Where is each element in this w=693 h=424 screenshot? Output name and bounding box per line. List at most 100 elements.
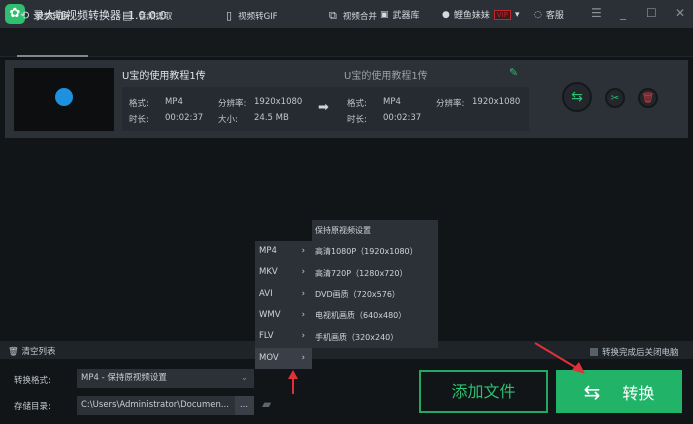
scissors-icon: ✂ — [610, 92, 620, 104]
convert-icon: ⇆ — [571, 89, 583, 105]
menu-item-mov[interactable]: MOV › — [255, 348, 312, 369]
clear-list-button[interactable]: 🗑 清空列表 — [8, 345, 56, 357]
source-format: MP4 — [165, 97, 183, 107]
radio-icon: ▤ — [122, 9, 133, 22]
source-duration: 00:02:37 — [165, 113, 204, 123]
vip-badge: VIP — [493, 9, 511, 20]
source-resolution: 1920x1080 — [254, 97, 303, 107]
menu-label: FLV — [259, 331, 274, 341]
arsenal-label: 武器库 — [392, 11, 420, 21]
video-thumbnail[interactable] — [14, 68, 114, 131]
merge-icon: ⧉ — [329, 9, 337, 22]
menu-item-mkv[interactable]: MKV › — [255, 262, 312, 283]
file-name: U宝的使用教程1传 — [122, 71, 206, 82]
maximize-button[interactable]: ☐ — [646, 6, 657, 20]
tab-label: 视频转换 — [35, 11, 70, 22]
arsenal-button[interactable]: ▣ 武器库 — [380, 8, 420, 22]
cut-button[interactable]: ✂ — [605, 88, 625, 108]
add-file-button[interactable]: 添加文件 — [419, 370, 548, 413]
active-tab-indicator — [17, 55, 88, 57]
target-duration: 00:02:37 — [383, 113, 422, 123]
support-button[interactable]: ◌ 客服 — [534, 8, 564, 22]
menu-item-avi[interactable]: AVI › — [255, 284, 312, 305]
directory-input[interactable]: C:\Users\Administrator\Documen... — [77, 396, 235, 415]
preset-dvd[interactable]: DVD画质（720x576） — [315, 284, 400, 305]
close-button[interactable]: ✕ — [675, 6, 685, 20]
support-label: 客服 — [545, 11, 564, 21]
menu-label: AVI — [259, 289, 273, 299]
tab-video-gif[interactable]: ▯ 视频转GIF — [226, 9, 278, 22]
convert-icon: ⟲ — [20, 9, 30, 22]
arrow-right-icon: ➡ — [318, 100, 329, 115]
preset-1080p[interactable]: 高清1080P（1920x1080） — [315, 241, 418, 262]
convert-label: 转换 — [622, 383, 655, 403]
convert-icon: ⇆ — [583, 379, 601, 404]
preset-720p[interactable]: 高清720P（1280x720） — [315, 263, 407, 284]
menu-item-wmv[interactable]: WMV › — [255, 305, 312, 326]
format-menu: MP4 › MKV › AVI › WMV › FLV › MOV › — [255, 241, 312, 369]
source-size: 24.5 MB — [254, 113, 289, 123]
shutdown-label: 转换完成后关闭电脑 — [602, 348, 679, 358]
delete-button[interactable]: 🗑 — [638, 88, 658, 108]
chevron-right-icon: › — [301, 331, 305, 341]
minimize-button[interactable]: _ — [620, 6, 626, 20]
chat-icon: ◌ — [534, 9, 542, 20]
preset-mobile[interactable]: 手机画质（320x240） — [315, 327, 398, 348]
chevron-down-icon: ▾ — [514, 9, 520, 20]
convert-item-button[interactable]: ⇆ — [562, 82, 592, 112]
browse-button[interactable]: ... — [235, 396, 254, 415]
preset-submenu: 保持原视频设置 高清1080P（1920x1080） 高清720P（1280x7… — [312, 220, 438, 348]
trash-icon: 🗑 — [8, 347, 19, 357]
resolution-label: 分辨率: — [218, 99, 247, 109]
size-label: 大小: — [218, 115, 238, 125]
preset-tv[interactable]: 电视机画质（640x480） — [315, 305, 406, 326]
tab-video-convert[interactable]: ⟲ 视频转换 — [20, 9, 69, 22]
chevron-down-icon: ⌄ — [240, 373, 248, 383]
menu-label: MP4 — [259, 246, 277, 256]
menu-item-mp4[interactable]: MP4 › — [255, 241, 312, 262]
menu-label: WMV — [259, 310, 281, 320]
trash-icon: 🗑 — [641, 92, 655, 104]
duration-label: 时长: — [129, 115, 149, 125]
user-menu[interactable]: ● 鲤鱼妹妹 VIP ▾ — [442, 8, 519, 21]
tab-label: 视频合并 — [342, 12, 377, 22]
menu-item-flv[interactable]: FLV › — [255, 326, 312, 347]
target-format: MP4 — [383, 97, 401, 107]
format-select[interactable]: MP4 - 保持原视频设置 ⌄ — [77, 369, 254, 388]
add-file-label: 添加文件 — [451, 382, 516, 401]
target-resolution: 1920x1080 — [472, 97, 521, 107]
annotation-arrow — [534, 342, 585, 374]
document-icon: ▯ — [226, 9, 233, 22]
clear-list-label: 清空列表 — [21, 347, 56, 357]
preset-original[interactable]: 保持原视频设置 — [315, 220, 371, 241]
format-label: 转换格式: — [14, 376, 51, 386]
resolution-label: 分辨率: — [436, 99, 465, 109]
menu-label: MOV — [259, 353, 279, 363]
checkbox[interactable] — [590, 348, 598, 356]
format-value: MP4 - 保持原视频设置 — [81, 373, 167, 383]
format-label: 格式: — [129, 99, 149, 109]
chevron-right-icon: › — [301, 246, 305, 256]
annotation-arrow — [288, 370, 298, 394]
tab-video-merge[interactable]: ⧉ 视频合并 — [329, 9, 377, 23]
tab-label: 音频提取 — [138, 11, 173, 22]
directory-label: 存储目录: — [14, 402, 51, 412]
chevron-right-icon: › — [301, 353, 305, 363]
menu-label: MKV — [259, 267, 278, 277]
duration-label: 时长: — [347, 115, 367, 125]
chevron-right-icon: › — [301, 267, 305, 277]
output-file-name: U宝的使用教程1传 — [344, 71, 428, 82]
folder-icon[interactable]: ▰ — [262, 397, 271, 411]
tab-audio-extract[interactable]: ▤ 音频提取 — [122, 9, 172, 22]
tab-bar — [0, 28, 693, 57]
edit-icon[interactable]: ✎ — [509, 66, 518, 79]
toolbox-icon: ▣ — [380, 9, 389, 20]
username: 鲤鱼妹妹 — [453, 11, 490, 21]
chevron-right-icon: › — [301, 289, 305, 299]
format-label: 格式: — [347, 99, 367, 109]
chevron-right-icon: › — [301, 310, 305, 320]
tab-label: 视频转GIF — [238, 11, 278, 22]
user-icon: ● — [442, 9, 450, 20]
shutdown-checkbox[interactable]: 转换完成后关闭电脑 — [590, 346, 679, 358]
menu-icon[interactable]: ☰ — [591, 6, 602, 20]
